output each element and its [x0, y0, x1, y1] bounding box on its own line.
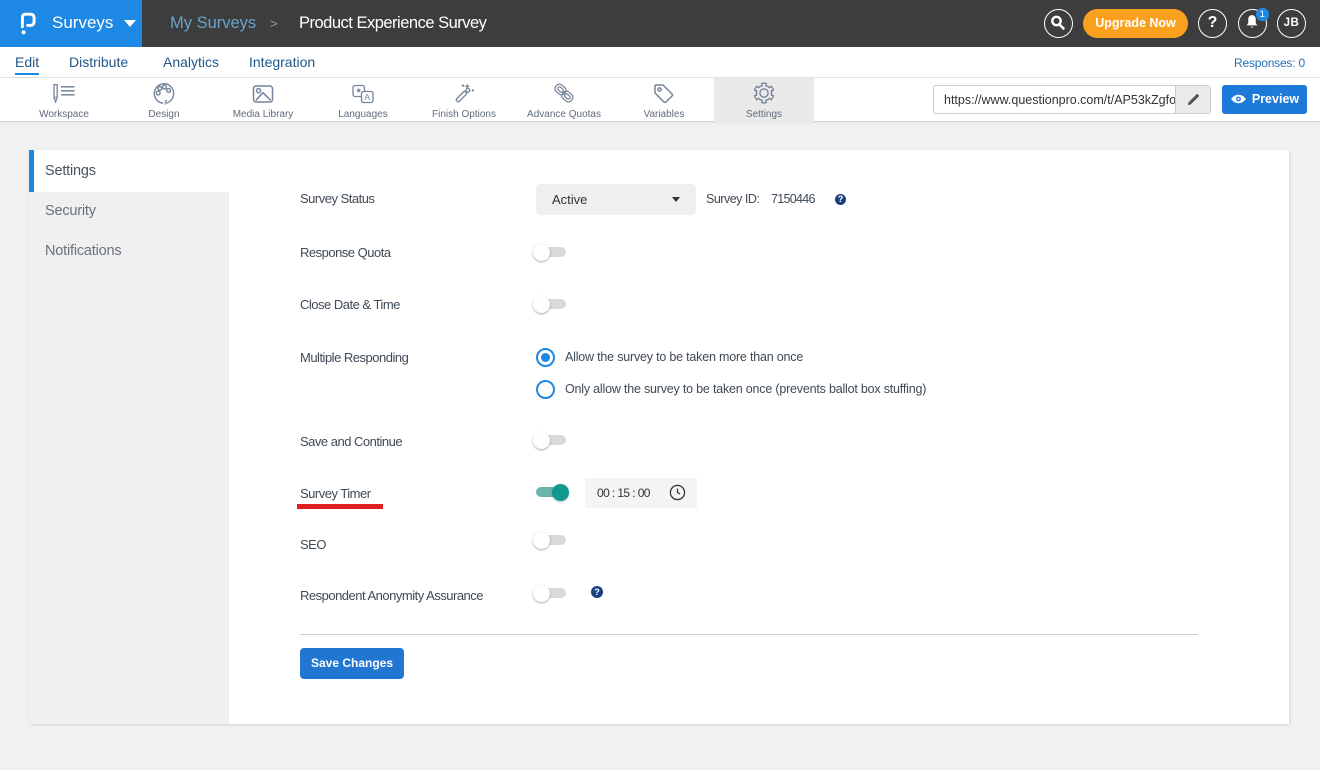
svg-text:A: A [364, 92, 370, 102]
